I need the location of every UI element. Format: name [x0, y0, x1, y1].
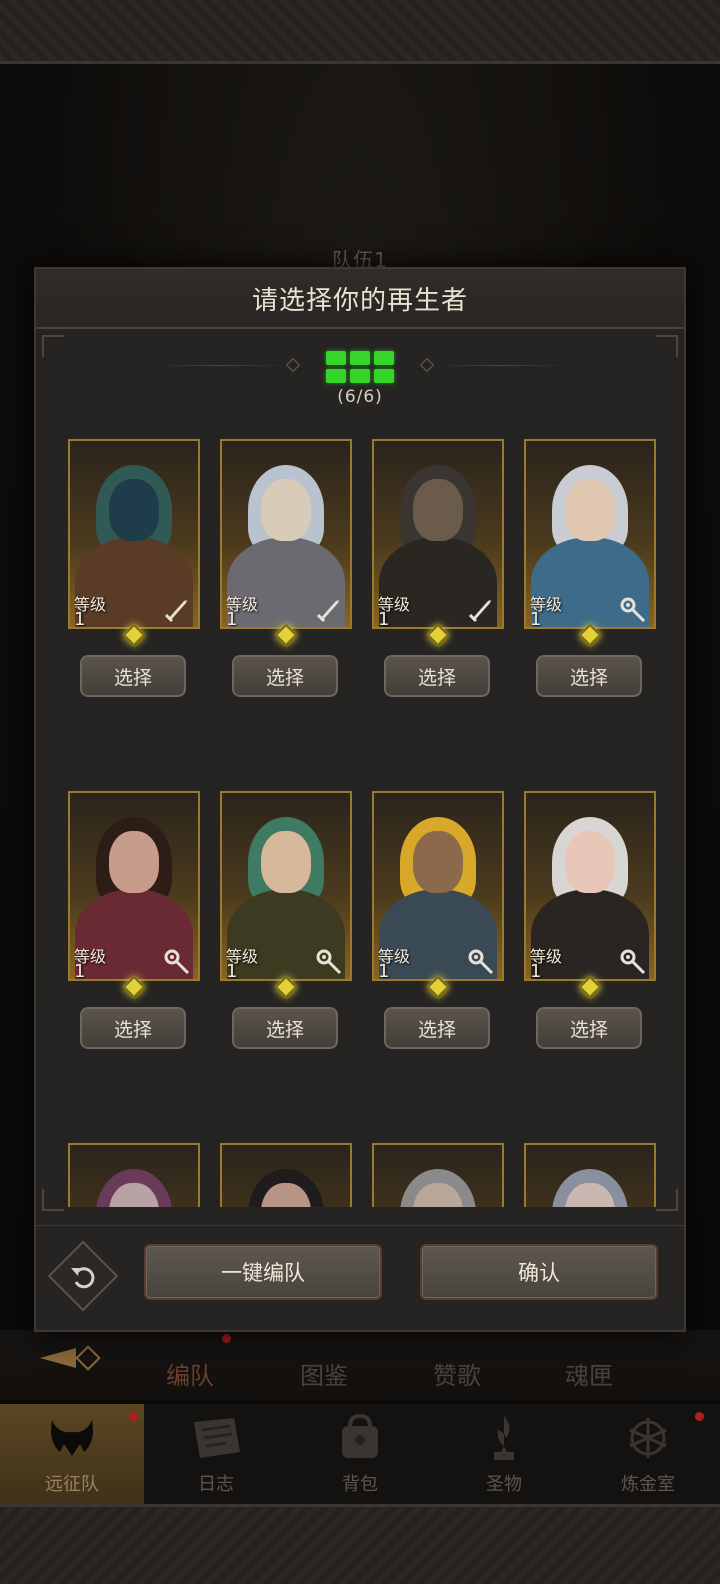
select-button[interactable]: 选择	[536, 655, 642, 697]
level-value: 1	[530, 961, 542, 981]
hero-card[interactable]: 等级 1 选择	[220, 439, 352, 697]
level-value: 1	[378, 609, 390, 629]
diamond-ornament	[285, 357, 301, 373]
hero-portrait[interactable]	[524, 1143, 656, 1207]
staff-icon	[618, 947, 648, 977]
hero-portrait[interactable]	[372, 1143, 504, 1207]
notify-dot	[222, 1334, 231, 1343]
hero-portrait[interactable]: 等级 1	[524, 791, 656, 981]
diamond-ornament	[419, 357, 435, 373]
hero-portrait[interactable]: 等级 1	[372, 439, 504, 629]
corner-ornament	[42, 335, 64, 357]
level-value: 1	[74, 609, 86, 629]
hero-face	[109, 831, 159, 893]
bottom-nav: 远征队 日志 背包 圣物 炼金室	[0, 1404, 720, 1504]
hero-portrait[interactable]	[68, 1143, 200, 1207]
team-slot	[374, 351, 394, 365]
hero-card[interactable]: 等级 1 选择	[220, 791, 352, 1049]
helmet-icon	[40, 1412, 104, 1464]
team-slot	[326, 351, 346, 365]
hero-face	[109, 479, 159, 541]
hero-portrait[interactable]: 等级 1	[68, 791, 200, 981]
level-value: 1	[226, 609, 238, 629]
bottom-frame	[0, 1504, 720, 1584]
select-button[interactable]: 选择	[80, 1007, 186, 1049]
alchemy-icon	[616, 1412, 680, 1464]
hero-card[interactable]: 等级 1 选择	[68, 439, 200, 697]
team-slot	[326, 369, 346, 383]
team-slot	[374, 369, 394, 383]
hero-face	[413, 831, 463, 893]
hero-card[interactable]: 等级 1 选择	[524, 439, 656, 697]
top-frame	[0, 0, 720, 64]
hero-face	[413, 479, 463, 541]
relic-icon	[472, 1412, 536, 1464]
team-slots-indicator	[326, 351, 396, 385]
scroll-icon	[184, 1412, 248, 1464]
hero-portrait[interactable]: 等级 1	[220, 439, 352, 629]
hero-face	[261, 831, 311, 893]
tab-hymn[interactable]: 赞歌	[433, 1356, 481, 1391]
auto-team-button[interactable]: 一键编队	[144, 1244, 382, 1300]
staff-icon	[314, 947, 344, 977]
sword-icon	[466, 595, 496, 625]
tab-soul-box[interactable]: 魂匣	[565, 1356, 613, 1391]
divider	[436, 365, 566, 366]
refresh-icon	[58, 1251, 108, 1301]
hero-card[interactable]	[524, 1143, 656, 1207]
footer-divider	[36, 1225, 684, 1226]
staff-icon	[466, 947, 496, 977]
level-value: 1	[74, 961, 86, 981]
hero-card[interactable]: 等级 1 选择	[372, 439, 504, 697]
hero-card[interactable]: 等级 1 选择	[68, 791, 200, 1049]
hero-portrait[interactable]: 等级 1	[372, 791, 504, 981]
hero-portrait[interactable]	[220, 1143, 352, 1207]
dialog-title: 请选择你的再生者	[251, 285, 468, 316]
notify-dot	[695, 1412, 704, 1421]
nav-alchemy[interactable]: 炼金室	[576, 1404, 720, 1504]
select-button[interactable]: 选择	[80, 655, 186, 697]
hero-card[interactable]	[68, 1143, 200, 1207]
team-slot	[350, 351, 370, 365]
team-slot	[350, 369, 370, 383]
level-value: 1	[226, 961, 238, 981]
hero-face	[565, 479, 615, 541]
hero-card[interactable]	[372, 1143, 504, 1207]
nav-relic[interactable]: 圣物	[432, 1404, 576, 1504]
hero-select-dialog: 请选择你的再生者 (6/6) 等级 1 选择 等级 1 选择 等级 1 选择 等级 1 选择 等级 1 选择…	[34, 267, 686, 1332]
hero-portrait[interactable]: 等级 1	[68, 439, 200, 629]
dialog-header: 请选择你的再生者	[36, 269, 684, 329]
corner-ornament	[656, 335, 678, 357]
hero-face	[565, 831, 615, 893]
back-arrow-icon[interactable]	[36, 1340, 106, 1376]
hero-card[interactable]: 等级 1 选择	[524, 791, 656, 1049]
select-button[interactable]: 选择	[384, 655, 490, 697]
level-value: 1	[378, 961, 390, 981]
level-value: 1	[530, 609, 542, 629]
bag-icon	[328, 1412, 392, 1464]
staff-icon	[162, 947, 192, 977]
nav-bag[interactable]: 背包	[288, 1404, 432, 1504]
hero-grid[interactable]: 等级 1 选择 等级 1 选择 等级 1 选择 等级 1 选择 等级 1 选择 等级 1 选择 等级 1 选择 等级 1 选择	[36, 419, 684, 1207]
sword-icon	[314, 595, 344, 625]
notify-dot	[129, 1412, 138, 1421]
confirm-button[interactable]: 确认	[420, 1244, 658, 1300]
divider	[156, 365, 286, 366]
hero-card[interactable]	[220, 1143, 352, 1207]
nav-expedition[interactable]: 远征队	[0, 1404, 144, 1504]
tab-formation[interactable]: 编队	[166, 1356, 214, 1391]
tab-codex[interactable]: 图鉴	[300, 1356, 348, 1391]
hero-portrait[interactable]: 等级 1	[524, 439, 656, 629]
hero-face	[261, 479, 311, 541]
select-button[interactable]: 选择	[536, 1007, 642, 1049]
select-button[interactable]: 选择	[232, 1007, 338, 1049]
staff-icon	[618, 595, 648, 625]
hero-portrait[interactable]: 等级 1	[220, 791, 352, 981]
select-button[interactable]: 选择	[232, 655, 338, 697]
slot-count: (6/6)	[337, 387, 383, 407]
sword-icon	[162, 595, 192, 625]
hero-card[interactable]: 等级 1 选择	[372, 791, 504, 1049]
select-button[interactable]: 选择	[384, 1007, 490, 1049]
nav-journal[interactable]: 日志	[144, 1404, 288, 1504]
